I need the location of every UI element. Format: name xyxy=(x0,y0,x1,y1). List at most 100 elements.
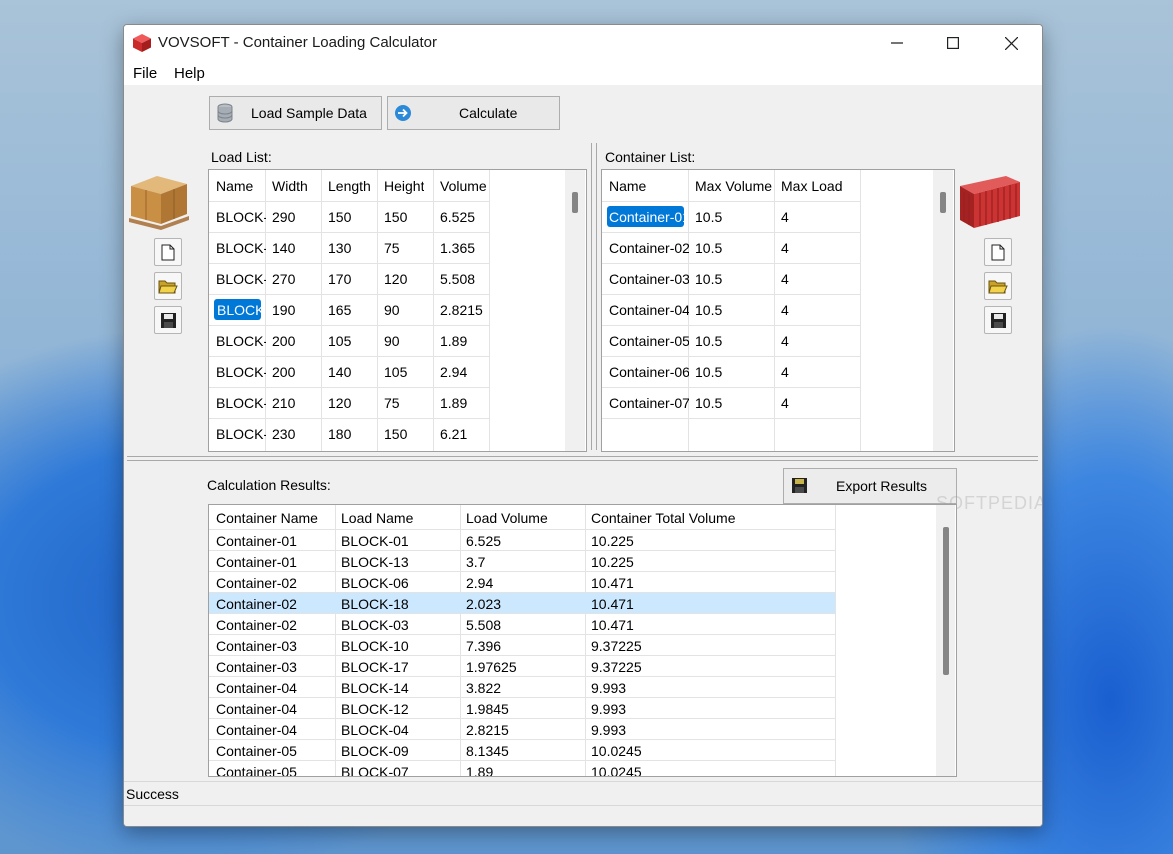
results-cell[interactable]: BLOCK-10 xyxy=(341,638,409,654)
results-cell[interactable]: 10.0245 xyxy=(591,743,642,759)
container-cell[interactable]: 10.5 xyxy=(695,209,722,225)
load-cell[interactable]: 170 xyxy=(328,271,351,287)
container-cell[interactable]: Container-02 xyxy=(609,240,689,256)
load-cell[interactable]: 200 xyxy=(272,364,295,380)
results-cell[interactable]: 2.94 xyxy=(466,575,493,591)
results-cell[interactable]: 10.225 xyxy=(591,533,634,549)
load-cell[interactable]: 200 xyxy=(272,333,295,349)
load-list-scrollbar[interactable] xyxy=(565,170,585,451)
load-cell[interactable]: 140 xyxy=(328,364,351,380)
results-cell[interactable]: 1.9845 xyxy=(466,701,509,717)
load-cell[interactable]: 75 xyxy=(384,240,400,256)
results-col-load-name[interactable]: Load Name xyxy=(341,510,413,526)
container-cell[interactable]: Container-05 xyxy=(609,333,689,349)
results-cell[interactable]: Container-04 xyxy=(216,680,297,696)
results-cell[interactable]: 1.97625 xyxy=(466,659,517,675)
load-sample-data-button[interactable]: Load Sample Data xyxy=(209,96,382,130)
results-cell[interactable]: Container-05 xyxy=(216,764,297,776)
load-cell[interactable]: 140 xyxy=(272,240,295,256)
load-cell[interactable]: 150 xyxy=(328,209,351,225)
load-cell[interactable]: 150 xyxy=(384,209,407,225)
container-cell[interactable]: Container-07 xyxy=(609,395,689,411)
container-list-grid[interactable]: Name Max Volume Max Load Container-01 10… xyxy=(601,169,955,452)
load-cell[interactable]: 6.21 xyxy=(440,426,467,442)
results-col-load-volume[interactable]: Load Volume xyxy=(466,510,548,526)
container-cell[interactable]: 4 xyxy=(781,333,789,349)
load-cell[interactable]: 105 xyxy=(328,333,351,349)
load-cell[interactable]: BLOCK-0 xyxy=(216,271,266,287)
container-list-scrollbar[interactable] xyxy=(933,170,953,451)
results-cell[interactable]: 10.471 xyxy=(591,596,634,612)
close-button[interactable] xyxy=(982,25,1040,61)
load-col-width[interactable]: Width xyxy=(272,178,308,194)
horizontal-splitter[interactable] xyxy=(127,456,1038,461)
results-cell[interactable]: 10.0245 xyxy=(591,764,642,776)
load-cell[interactable]: 150 xyxy=(384,426,407,442)
load-cell[interactable]: 1.365 xyxy=(440,240,475,256)
results-cell[interactable]: 10.471 xyxy=(591,617,634,633)
results-cell[interactable]: 3.7 xyxy=(466,554,485,570)
load-cell[interactable]: 270 xyxy=(272,271,295,287)
results-cell[interactable]: 3.822 xyxy=(466,680,501,696)
results-cell[interactable]: Container-04 xyxy=(216,722,297,738)
results-cell[interactable]: 9.993 xyxy=(591,722,626,738)
container-cell[interactable]: Container-06 xyxy=(609,364,689,380)
results-cell[interactable]: Container-01 xyxy=(216,554,297,570)
load-list-grid[interactable]: Name Width Length Height Volume BLOCK-0 … xyxy=(208,169,587,452)
load-cell[interactable]: 75 xyxy=(384,395,400,411)
new-load-list-button[interactable] xyxy=(154,238,182,266)
results-cell[interactable]: BLOCK-18 xyxy=(341,596,409,612)
results-cell[interactable]: 9.37225 xyxy=(591,659,642,675)
load-cell[interactable]: 5.508 xyxy=(440,271,475,287)
container-cell[interactable]: 10.5 xyxy=(695,333,722,349)
container-cell[interactable]: Container-04 xyxy=(609,302,689,318)
open-container-list-button[interactable] xyxy=(984,272,1012,300)
results-cell[interactable]: Container-01 xyxy=(216,533,297,549)
load-cell[interactable]: 1.89 xyxy=(440,333,467,349)
maximize-button[interactable] xyxy=(924,25,982,61)
load-col-name[interactable]: Name xyxy=(216,178,253,194)
container-list-scroll-thumb[interactable] xyxy=(940,192,946,213)
results-cell[interactable]: BLOCK-03 xyxy=(341,617,409,633)
results-cell[interactable]: BLOCK-04 xyxy=(341,722,409,738)
load-cell[interactable]: 230 xyxy=(272,426,295,442)
load-cell[interactable]: 210 xyxy=(272,395,295,411)
results-cell[interactable]: Container-02 xyxy=(216,617,297,633)
load-col-height[interactable]: Height xyxy=(384,178,424,194)
container-cell[interactable]: 10.5 xyxy=(695,271,722,287)
results-col-container-total-volume[interactable]: Container Total Volume xyxy=(591,510,736,526)
results-cell[interactable]: BLOCK-07 xyxy=(341,764,409,776)
load-cell[interactable]: BLOCK-0 xyxy=(216,426,266,442)
save-container-list-button[interactable] xyxy=(984,306,1012,334)
container-col-max-volume[interactable]: Max Volume xyxy=(695,178,772,194)
load-cell-selected[interactable]: BLOCK- xyxy=(214,299,261,320)
load-cell[interactable]: 180 xyxy=(328,426,351,442)
container-col-name[interactable]: Name xyxy=(609,178,646,194)
results-cell[interactable]: BLOCK-12 xyxy=(341,701,409,717)
load-cell[interactable]: 165 xyxy=(328,302,351,318)
results-cell[interactable]: BLOCK-17 xyxy=(341,659,409,675)
results-cell[interactable]: Container-03 xyxy=(216,638,297,654)
container-col-max-load[interactable]: Max Load xyxy=(781,178,842,194)
results-cell[interactable]: 2.023 xyxy=(466,596,501,612)
results-scrollbar[interactable] xyxy=(936,505,955,776)
results-scroll-thumb[interactable] xyxy=(943,527,949,675)
results-cell[interactable]: BLOCK-06 xyxy=(341,575,409,591)
container-cell-selected[interactable]: Container-01 xyxy=(607,206,684,227)
results-cell[interactable]: 6.525 xyxy=(466,533,501,549)
open-load-list-button[interactable] xyxy=(154,272,182,300)
results-cell[interactable]: 5.508 xyxy=(466,617,501,633)
results-cell[interactable]: 9.993 xyxy=(591,680,626,696)
container-cell[interactable]: 4 xyxy=(781,302,789,318)
load-cell[interactable]: 90 xyxy=(384,302,400,318)
container-cell[interactable]: Container-03 xyxy=(609,271,689,287)
load-col-length[interactable]: Length xyxy=(328,178,371,194)
results-cell[interactable]: BLOCK-14 xyxy=(341,680,409,696)
results-cell[interactable]: BLOCK-13 xyxy=(341,554,409,570)
minimize-button[interactable] xyxy=(868,25,926,61)
results-cell[interactable]: Container-02 xyxy=(216,575,297,591)
load-cell[interactable]: BLOCK-0 xyxy=(216,364,266,380)
container-cell[interactable]: 10.5 xyxy=(695,395,722,411)
menu-help[interactable]: Help xyxy=(174,65,205,82)
container-cell[interactable]: 4 xyxy=(781,271,789,287)
